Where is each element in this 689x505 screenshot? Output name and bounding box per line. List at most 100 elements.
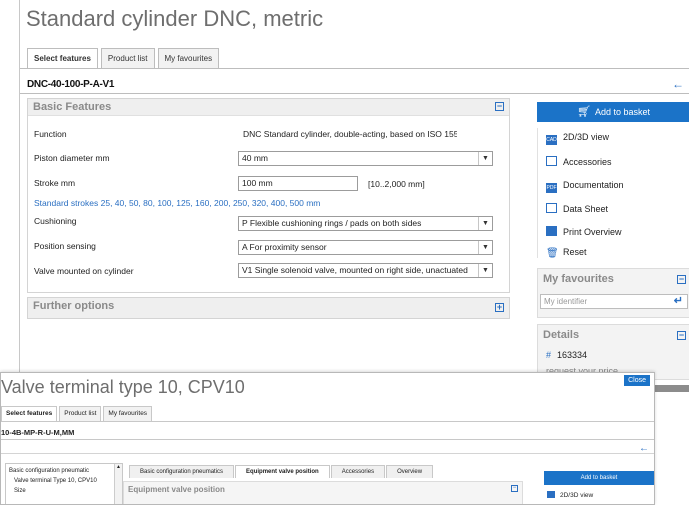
second-page-title: Valve terminal type 10, CPV10 xyxy=(1,377,245,397)
tab-accessories[interactable]: Accessories xyxy=(330,465,386,478)
action-documentation[interactable]: PDF Documentation xyxy=(546,180,624,193)
standard-strokes-link[interactable]: Standard strokes 25, 40, 50, 80, 100, 12… xyxy=(34,198,320,208)
trash-icon: 🗑︎ xyxy=(546,248,559,259)
background-bar xyxy=(655,385,689,392)
tree-item[interactable]: Valve terminal Type 10, CPV10 xyxy=(14,478,97,484)
position-sensing-value: A For proximity sensor xyxy=(242,242,327,252)
action-data-sheet[interactable]: Data Sheet xyxy=(546,203,608,214)
cushioning-select[interactable]: P Flexible cushioning rings / pads on bo… xyxy=(238,216,493,231)
identifier-input[interactable]: My identifier ↵ xyxy=(540,294,688,309)
tree-item[interactable]: Basic configuration pneumatic xyxy=(9,468,89,474)
second-configurator-window: Valve terminal type 10, CPV10 Close Sele… xyxy=(0,372,655,505)
function-value: DNC Standard cylinder, double-acting, ba… xyxy=(243,129,457,139)
action-label: 2D/3D view xyxy=(560,492,594,499)
valve-label: Valve mounted on cylinder xyxy=(34,266,134,276)
my-favourites-title: My favourites xyxy=(543,273,614,285)
configurator-window: Standard cylinder DNC, metric Select fea… xyxy=(19,0,689,380)
tab-my-favourites[interactable]: My favourites xyxy=(157,48,220,68)
cushioning-label: Cushioning xyxy=(34,216,77,226)
identifier-placeholder: My identifier xyxy=(544,297,588,306)
piston-diameter-label: Piston diameter mm xyxy=(34,153,110,163)
action-label: Print Overview xyxy=(563,227,622,237)
tab-divider xyxy=(20,68,689,69)
basic-features-panel: Basic Features − Function DNC Standard c… xyxy=(27,98,510,293)
collapse-icon[interactable]: − xyxy=(511,485,518,492)
cushioning-value: P Flexible cushioning rings / pads on bo… xyxy=(242,218,422,228)
add-to-basket-button[interactable]: 🛒︎ Add to basket xyxy=(537,102,689,122)
divider xyxy=(1,453,654,454)
action-print-overview[interactable]: Print Overview xyxy=(546,226,622,237)
cad-icon: CAD xyxy=(546,135,557,145)
chevron-down-icon[interactable]: ▼ xyxy=(478,152,492,165)
part-number: #163334 xyxy=(546,350,587,360)
collapse-icon[interactable]: − xyxy=(495,102,504,111)
chevron-down-icon[interactable]: ▼ xyxy=(478,241,492,254)
valve-select[interactable]: V1 Single solenoid valve, mounted on rig… xyxy=(238,263,493,278)
tab-select-features[interactable]: Select features xyxy=(27,48,98,68)
second-part-code: 10-4B-MP-R-U-M,MM xyxy=(1,428,75,437)
stroke-input[interactable]: 100 mm xyxy=(238,176,358,191)
piston-diameter-value: 40 mm xyxy=(242,153,268,163)
action-label: 2D/3D view xyxy=(563,132,610,142)
action-accessories[interactable]: Accessories xyxy=(546,156,612,167)
chevron-down-icon[interactable]: ▼ xyxy=(478,217,492,230)
action-label: Accessories xyxy=(563,157,612,167)
stroke-label: Stroke mm xyxy=(34,178,76,188)
part-code: DNC-40-100-P-A-V1 xyxy=(27,79,115,90)
cad-icon xyxy=(547,491,555,498)
position-sensing-select[interactable]: A For proximity sensor ▼ xyxy=(238,240,493,255)
my-favourites-panel: My favourites − My identifier ↵ xyxy=(537,268,689,318)
action-2d3d-view[interactable]: CAD 2D/3D view xyxy=(546,132,609,145)
action-label: Documentation xyxy=(563,180,624,190)
second-tabs: Select features Product list My favourit… xyxy=(1,406,153,421)
tree-item[interactable]: Size xyxy=(14,488,26,494)
tab-equipment-valve-position[interactable]: Equipment valve position xyxy=(235,465,330,478)
piston-diameter-select[interactable]: 40 mm ▼ xyxy=(238,151,493,166)
part-number-value: 163334 xyxy=(557,350,588,360)
further-options-header[interactable]: Further options + xyxy=(28,298,509,318)
add-to-basket-button[interactable]: Add to basket xyxy=(544,471,654,485)
part-code-bar: DNC-40-100-P-A-V1 ← xyxy=(20,76,689,94)
pdf-icon: PDF xyxy=(546,183,557,193)
page-title: Standard cylinder DNC, metric xyxy=(26,6,324,31)
add-to-basket-label: Add to basket xyxy=(594,107,650,117)
action-label: Reset xyxy=(563,247,587,257)
tab-divider xyxy=(1,421,654,422)
chevron-down-icon[interactable]: ▼ xyxy=(478,264,492,277)
tab-product-list[interactable]: Product list xyxy=(100,48,155,68)
configuration-tree[interactable]: Basic configuration pneumatic Valve term… xyxy=(5,463,123,504)
hash-icon: # xyxy=(546,350,552,360)
main-tabs: Select features Product list My favourit… xyxy=(27,48,220,68)
expand-icon[interactable]: + xyxy=(495,303,504,312)
action-label: Data Sheet xyxy=(563,204,609,214)
collapse-icon[interactable]: − xyxy=(677,331,686,340)
basic-features-header: Basic Features − xyxy=(28,99,509,116)
tree-scrollbar[interactable]: ▲ xyxy=(114,464,122,504)
further-options-title: Further options xyxy=(33,300,115,312)
stroke-value: 100 mm xyxy=(242,178,273,188)
action-2d3d-view[interactable]: 2D/3D view xyxy=(547,491,593,499)
collapse-icon[interactable]: − xyxy=(677,275,686,284)
equipment-valve-position-title: Equipment valve position xyxy=(128,485,225,494)
equipment-valve-position-panel: Equipment valve position − xyxy=(123,481,523,504)
tab-basic-configuration[interactable]: Basic configuration pneumatics xyxy=(129,465,235,478)
action-list: CAD 2D/3D view Accessories PDF Documentati… xyxy=(537,128,689,259)
accessories-icon xyxy=(546,156,557,166)
basic-features-title: Basic Features xyxy=(33,101,112,113)
stroke-range: [10..2,000 mm] xyxy=(368,179,425,189)
tab-product-list[interactable]: Product list xyxy=(59,406,102,421)
configuration-sub-tabs: Basic configuration pneumatics Equipment… xyxy=(129,465,434,478)
close-button[interactable]: Close xyxy=(624,375,650,386)
tab-overview[interactable]: Overview xyxy=(386,465,434,478)
table-icon xyxy=(546,203,557,213)
function-label: Function xyxy=(34,129,67,139)
further-options-panel[interactable]: Further options + xyxy=(27,297,510,319)
enter-arrow-icon[interactable]: ← xyxy=(672,77,684,91)
enter-arrow-icon[interactable]: ↵ xyxy=(674,295,683,308)
tab-select-features[interactable]: Select features xyxy=(1,406,58,421)
print-icon xyxy=(546,226,557,236)
cart-icon: 🛒︎ xyxy=(576,106,591,118)
tab-my-favourites[interactable]: My favourites xyxy=(103,406,153,421)
position-sensing-label: Position sensing xyxy=(34,241,96,251)
action-reset[interactable]: 🗑︎ Reset xyxy=(546,247,587,259)
